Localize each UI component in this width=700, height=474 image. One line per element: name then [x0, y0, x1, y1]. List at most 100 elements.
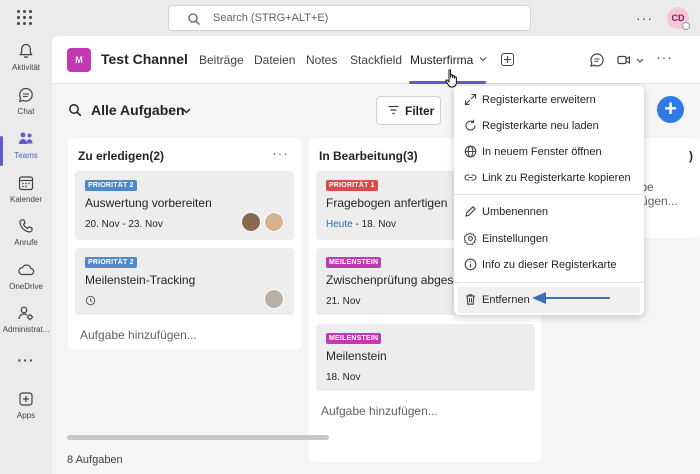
- priority-badge: PRIORITÄT 2: [85, 257, 137, 268]
- link-icon: [464, 174, 477, 181]
- column-title: In Bearbeitung(3): [319, 149, 418, 163]
- horizontal-scrollbar[interactable]: [67, 435, 329, 440]
- trash-icon: [466, 294, 475, 305]
- globe-icon: [464, 145, 477, 158]
- rail-item-calls[interactable]: Anrufe: [0, 217, 52, 257]
- search-input[interactable]: Search (STRG+ALT+E): [168, 5, 531, 31]
- filter-button[interactable]: Filter: [376, 96, 441, 125]
- settings-more-icon[interactable]: ···: [636, 10, 653, 26]
- avatar: [264, 212, 284, 232]
- tab-beitraege[interactable]: Beiträge: [199, 53, 244, 67]
- board-column: Zu erledigen(2) ··· PRIORITÄT 2 Auswertu…: [68, 138, 301, 349]
- view-selector[interactable]: Alle Aufgaben: [91, 102, 185, 118]
- menu-divider: [454, 194, 644, 195]
- cloud-icon: [18, 264, 35, 276]
- more-icon: ···: [17, 352, 35, 368]
- user-initials: CD: [671, 13, 685, 23]
- rail-item-apps[interactable]: Apps: [0, 390, 52, 430]
- channel-title: Test Channel: [101, 51, 188, 67]
- channel-avatar: M: [67, 48, 91, 72]
- phone-icon: [19, 219, 33, 233]
- menu-item-settings[interactable]: Einstellungen: [454, 226, 644, 252]
- annotation-arrow: [532, 292, 610, 304]
- more-options-icon[interactable]: ···: [656, 49, 672, 65]
- tab-musterfirma[interactable]: Musterfirma: [410, 53, 473, 67]
- tab-notes[interactable]: Notes: [306, 53, 337, 67]
- app-rail: Aktivität Chat Teams Kalender Anrufe One…: [0, 36, 52, 474]
- menu-label: Registerkarte neu laden: [482, 120, 599, 132]
- video-call-icon[interactable]: [617, 52, 631, 68]
- menu-label: Umbenennen: [482, 206, 549, 218]
- menu-label: Registerkarte erweitern: [482, 94, 596, 106]
- column-title: ): [689, 149, 693, 163]
- presence-icon: [682, 22, 690, 30]
- column-more-icon[interactable]: ···: [272, 145, 289, 161]
- rail-label: Anrufe: [14, 238, 38, 247]
- menu-label: Einstellungen: [482, 233, 549, 245]
- add-task-button[interactable]: +: [657, 96, 684, 123]
- search-placeholder: Search (STRG+ALT+E): [213, 12, 329, 24]
- apps-icon: [19, 392, 33, 406]
- search-icon: [188, 13, 200, 25]
- rail-item-calendar[interactable]: Kalender: [0, 174, 52, 214]
- chevron-down-icon[interactable]: [636, 52, 644, 68]
- milestone-badge: MEILENSTEIN: [326, 257, 382, 268]
- avatar: [241, 212, 261, 232]
- rail-label: OneDrive: [9, 282, 43, 291]
- rail-label: Teams: [14, 151, 38, 160]
- clock-icon: [85, 295, 96, 306]
- tab-stackfield[interactable]: Stackfield: [350, 53, 402, 67]
- rail-label: Apps: [16, 411, 36, 420]
- date-end: - 18. Nov: [352, 219, 397, 230]
- filter-icon: [388, 105, 399, 115]
- menu-item-copy-link[interactable]: Link zu Registerkarte kopieren: [454, 165, 644, 191]
- today-label: Heute: [326, 219, 353, 230]
- conversation-icon[interactable]: [589, 52, 605, 68]
- priority-badge: PRIORITÄT 1: [326, 180, 378, 191]
- refresh-icon: [465, 119, 476, 131]
- calendar-icon: [18, 176, 34, 191]
- menu-label: In neuem Fenster öffnen: [482, 146, 602, 158]
- tab-dateien[interactable]: Dateien: [254, 53, 295, 67]
- menu-divider: [454, 282, 644, 283]
- add-tab-icon[interactable]: [501, 53, 514, 66]
- task-title: Auswertung vorbereiten: [85, 196, 212, 210]
- tab-context-menu: Registerkarte erweitern Registerkarte ne…: [454, 86, 644, 315]
- menu-item-expand[interactable]: Registerkarte erweitern: [454, 87, 644, 113]
- rail-item-onedrive[interactable]: OneDrive: [0, 261, 52, 301]
- chevron-down-icon[interactable]: [479, 55, 487, 63]
- menu-label: Info zu dieser Registerkarte: [482, 259, 617, 271]
- add-task-link[interactable]: Aufgabe hinzufügen...: [321, 404, 438, 418]
- info-icon: [464, 258, 477, 271]
- chevron-down-icon[interactable]: [182, 106, 191, 115]
- title-bar: Search (STRG+ALT+E) ··· CD: [0, 0, 700, 36]
- app-launcher-icon[interactable]: [17, 10, 33, 26]
- add-task-link[interactable]: Aufgabe hinzufügen...: [80, 328, 197, 342]
- task-title: Meilenstein-Tracking: [85, 273, 196, 287]
- rail-item-activity[interactable]: Aktivität: [0, 42, 52, 82]
- pencil-icon: [465, 206, 476, 217]
- rail-label: Aktivität: [11, 63, 40, 72]
- menu-item-reload[interactable]: Registerkarte neu laden: [454, 113, 644, 139]
- rail-label: Kalender: [9, 195, 43, 204]
- user-avatar[interactable]: CD: [667, 7, 690, 30]
- admin-icon: [18, 306, 34, 321]
- task-card[interactable]: PRIORITÄT 2 Auswertung vorbereiten 20. N…: [75, 171, 294, 240]
- rail-item-teams[interactable]: Teams: [0, 130, 52, 170]
- task-title: Meilenstein: [326, 349, 387, 363]
- rail-item-more[interactable]: ···: [0, 352, 52, 372]
- menu-item-rename[interactable]: Umbenennen: [454, 199, 644, 225]
- settings-icon: [464, 232, 477, 245]
- rail-label: Chat: [17, 107, 35, 116]
- menu-label: Link zu Registerkarte kopieren: [482, 172, 631, 184]
- task-card[interactable]: MEILENSTEIN Meilenstein 18. Nov: [316, 324, 535, 391]
- menu-item-info[interactable]: Info zu dieser Registerkarte: [454, 252, 644, 278]
- rail-item-chat[interactable]: Chat: [0, 86, 52, 126]
- milestone-badge: MEILENSTEIN: [326, 333, 382, 344]
- menu-item-open-window[interactable]: In neuem Fenster öffnen: [454, 139, 644, 165]
- task-card[interactable]: PRIORITÄT 2 Meilenstein-Tracking: [75, 248, 294, 315]
- rail-item-admin[interactable]: Administrat...: [0, 304, 52, 344]
- task-date: 21. Nov: [326, 296, 361, 307]
- menu-label: Entfernen: [482, 294, 530, 306]
- search-icon[interactable]: [68, 103, 82, 117]
